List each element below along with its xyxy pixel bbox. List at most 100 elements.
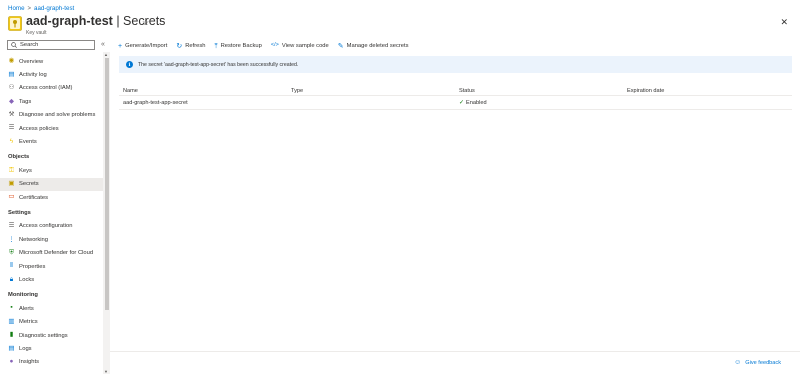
metrics-icon: ▥ (8, 317, 15, 325)
alert-icon: ▪ (10, 304, 13, 312)
search-input[interactable] (20, 41, 90, 49)
sidebar-item-access-configuration[interactable]: ☰ Access configuration (0, 220, 103, 233)
info-icon: i (126, 61, 133, 68)
sidebar-item-label: Locks (19, 276, 35, 283)
sidebar-item-events[interactable]: ϟ Events (0, 135, 103, 148)
sidebar-item-insights[interactable]: ● Insights (0, 356, 103, 369)
sidebar-item-diagnose[interactable]: ⚒ Diagnose and solve problems (0, 109, 103, 122)
restore-backup-button[interactable]: ⤒ Restore Backup (215, 43, 262, 50)
notification-text: The secret 'aad-graph-test-app-secret' h… (138, 61, 299, 68)
sidebar: « ◉ Overview ▤ Activity log ⚇ Access con… (0, 38, 110, 375)
insights-icon: ● (9, 358, 14, 366)
section-header-monitoring: Monitoring (8, 292, 38, 299)
scroll-up-icon[interactable]: ▲ (104, 52, 108, 57)
sidebar-item-label: Access policies (19, 125, 59, 132)
list-icon: ☰ (8, 222, 15, 230)
sidebar-item-access-policies[interactable]: ☰ Access policies (0, 122, 103, 135)
scroll-down-icon[interactable]: ▼ (104, 369, 108, 374)
sidebar-item-keys[interactable]: ⚿ Keys (0, 164, 103, 177)
properties-icon: ⦀ (10, 262, 13, 270)
column-header-type[interactable]: Type (287, 88, 455, 94)
sidebar-item-locks[interactable]: 🔒︎ Locks (0, 273, 103, 286)
resource-name: aad-graph-test (26, 14, 113, 28)
plus-icon: + (118, 42, 123, 50)
collapse-sidebar-icon[interactable]: « (101, 41, 105, 48)
key-vault-icon (8, 16, 22, 31)
lock-icon: 🔒︎ (9, 275, 14, 283)
refresh-label: Refresh (185, 43, 206, 49)
column-header-status[interactable]: Status (455, 88, 623, 94)
edit-icon: ✎ (337, 42, 344, 50)
sidebar-item-properties[interactable]: ⦀ Properties (0, 260, 103, 273)
code-icon: </> (270, 42, 279, 49)
page-subtitle: Key vault (26, 30, 47, 36)
sidebar-item-diagnostic-settings[interactable]: ▮ Diagnostic settings (0, 329, 103, 342)
secret-icon: ▣ (8, 179, 15, 187)
feedback-icon: ☺ (734, 359, 742, 366)
column-header-name[interactable]: Name (119, 88, 287, 94)
sidebar-item-tags[interactable]: ◆ Tags (0, 95, 103, 108)
table-row[interactable]: aad-graph-test-app-secret ✓ Enabled (119, 96, 792, 110)
restore-backup-label: Restore Backup (220, 43, 262, 49)
sidebar-search[interactable] (7, 40, 95, 50)
sidebar-item-metrics[interactable]: ▥ Metrics (0, 315, 103, 328)
sidebar-item-logs[interactable]: ▤ Logs (0, 342, 103, 355)
sidebar-item-label: Microsoft Defender for Cloud (19, 250, 94, 257)
logs-icon: ▤ (8, 344, 15, 352)
success-notification: i The secret 'aad-graph-test-app-secret'… (119, 56, 792, 73)
star-icon[interactable]: ☆ (142, 18, 149, 27)
sidebar-item-label: Diagnostic settings (19, 332, 68, 339)
list-icon: ☰ (8, 124, 15, 132)
sidebar-item-activity-log[interactable]: ▤ Activity log (0, 68, 103, 81)
sidebar-item-alerts[interactable]: ▪ Alerts (0, 302, 103, 315)
shield-icon: ⛨ (9, 248, 14, 256)
sidebar-item-label: Activity log (19, 72, 47, 79)
table-header: Name Type Status Expiration date (119, 86, 792, 96)
sidebar-item-overview[interactable]: ◉ Overview (0, 55, 103, 68)
refresh-button[interactable]: ↻ Refresh (176, 43, 205, 50)
generate-import-button[interactable]: + Generate/Import (118, 43, 167, 50)
refresh-icon: ↻ (176, 42, 183, 50)
column-header-expiration[interactable]: Expiration date (623, 88, 792, 94)
sidebar-item-networking[interactable]: ⋮ Networking (0, 233, 103, 246)
check-icon: ✓ (459, 100, 465, 106)
breadcrumb-home[interactable]: Home (8, 5, 25, 12)
key-icon: ⚿ (9, 166, 14, 174)
sidebar-item-label: Logs (19, 345, 32, 352)
sidebar-item-certificates[interactable]: ▭ Certificates (0, 191, 103, 204)
section-header-objects: Objects (8, 154, 30, 161)
page-header: aad-graph-test | Secrets Key vault ☆ ···… (8, 14, 792, 38)
sidebar-scrollbar[interactable]: ▲ ▼ (103, 52, 110, 374)
give-feedback-link[interactable]: ☺ Give feedback (734, 359, 781, 366)
manage-deleted-secrets-button[interactable]: ✎ Manage deleted secrets (338, 43, 409, 50)
diagnostic-icon: ▮ (9, 331, 14, 339)
status-label: Enabled (466, 100, 487, 106)
sidebar-item-iam[interactable]: ⚇ Access control (IAM) (0, 82, 103, 95)
sidebar-item-secrets[interactable]: ▣ Secrets (0, 177, 103, 191)
view-sample-code-label: View sample code (281, 43, 329, 49)
lightning-icon: ϟ (9, 137, 14, 145)
scroll-thumb[interactable] (104, 58, 109, 310)
sidebar-item-defender[interactable]: ⛨ Microsoft Defender for Cloud (0, 246, 103, 259)
close-icon[interactable]: ✕ (780, 17, 788, 28)
sidebar-item-label: Certificates (19, 194, 48, 201)
upload-icon: ⤒ (214, 42, 218, 50)
certificate-icon: ▭ (8, 193, 15, 201)
breadcrumb-current[interactable]: aad-graph-test (34, 5, 74, 12)
iam-icon: ⚇ (8, 84, 15, 92)
wrench-icon: ⚒ (8, 111, 15, 118)
view-sample-code-button[interactable]: </> View sample code (271, 43, 329, 49)
breadcrumb-separator: > (27, 5, 32, 12)
search-icon (11, 42, 17, 48)
sidebar-item-label: Tags (19, 98, 32, 105)
sidebar-item-label: Access configuration (19, 223, 73, 230)
manage-deleted-secrets-label: Manage deleted secrets (346, 43, 409, 49)
feedback-label: Give feedback (745, 359, 781, 366)
sidebar-item-label: Secrets (19, 181, 39, 188)
more-icon[interactable]: ··· (156, 17, 166, 26)
sidebar-item-label: Properties (19, 263, 46, 270)
activity-log-icon: ▤ (8, 70, 15, 78)
secret-name-cell[interactable]: aad-graph-test-app-secret (119, 100, 287, 106)
generate-import-label: Generate/Import (125, 43, 168, 49)
sidebar-item-label: Access control (IAM) (19, 85, 73, 92)
